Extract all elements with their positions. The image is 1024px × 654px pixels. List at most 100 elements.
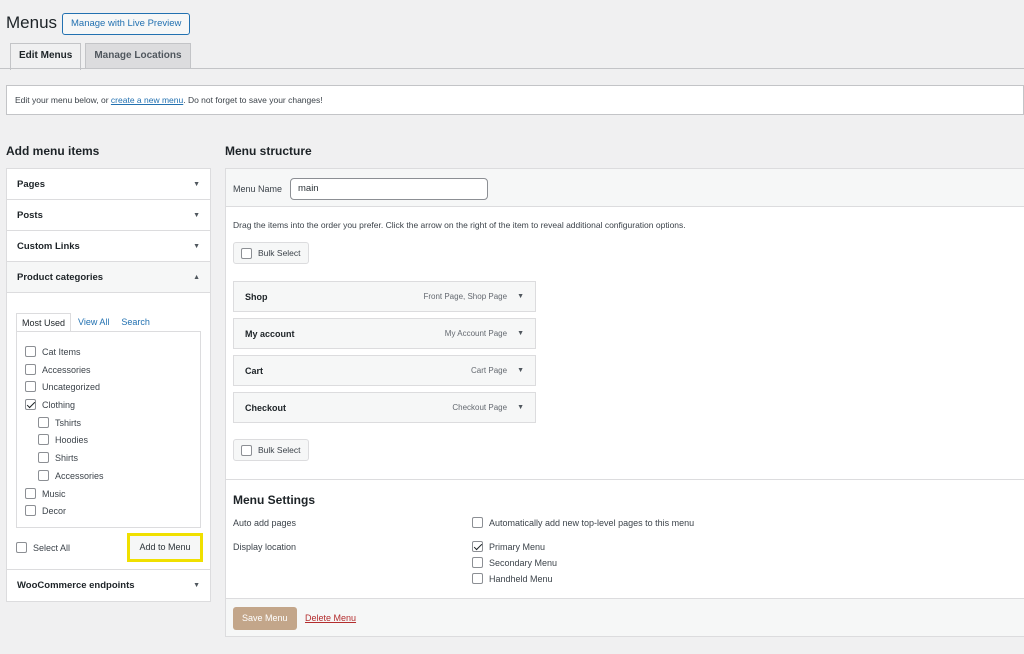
display-location-label: Display location <box>233 542 297 552</box>
add-to-menu-highlight: Add to Menu <box>127 533 203 562</box>
location-secondary-menu[interactable]: Secondary Menu <box>472 557 557 568</box>
menu-editor-panel: Menu Name main Drag the items into the o… <box>225 168 1024 637</box>
checkbox[interactable] <box>25 399 36 410</box>
notice-bar: Edit your menu below, or create a new me… <box>6 85 1024 115</box>
manage-live-preview-button[interactable]: Manage with Live Preview <box>62 13 191 35</box>
list-item[interactable]: Decor <box>25 505 66 516</box>
list-item[interactable]: Hoodies <box>38 434 88 445</box>
menu-item-title: Shop <box>245 291 268 302</box>
menu-item-my-account[interactable]: My account My Account Page ▼ <box>233 318 536 349</box>
tab-manage-locations[interactable]: Manage Locations <box>85 43 191 69</box>
tab-most-used[interactable]: Most Used <box>16 313 72 332</box>
settings-divider <box>226 479 1024 480</box>
chevron-down-icon: ▼ <box>193 180 200 188</box>
auto-add-option[interactable]: Automatically add new top-level pages to… <box>472 517 694 528</box>
chevron-down-icon[interactable]: ▼ <box>517 330 524 337</box>
tabs-divider <box>0 68 1024 69</box>
checkbox[interactable] <box>38 470 49 481</box>
location-checkbox[interactable] <box>472 573 483 584</box>
accordion-posts-label: Posts <box>17 209 43 221</box>
chevron-down-icon[interactable]: ▼ <box>517 367 524 374</box>
add-to-menu-button[interactable]: Add to Menu <box>130 536 200 559</box>
menu-item-shop[interactable]: Shop Front Page, Shop Page ▼ <box>233 281 536 312</box>
menu-item-type: Cart Page <box>471 366 508 375</box>
menu-name-input[interactable]: main <box>290 178 488 200</box>
list-item[interactable]: Shirts <box>38 452 78 463</box>
list-item[interactable]: Accessories <box>25 364 91 375</box>
bulk-select-checkbox[interactable] <box>241 247 252 259</box>
delete-menu-link[interactable]: Delete Menu <box>305 613 356 623</box>
location-label: Primary Menu <box>489 541 546 552</box>
list-item[interactable]: Clothing <box>25 399 75 410</box>
list-item[interactable]: Tshirts <box>38 417 81 428</box>
drag-instructions: Drag the items into the order you prefer… <box>233 220 686 230</box>
checkbox[interactable] <box>25 364 36 375</box>
chevron-down-icon: ▼ <box>193 211 200 219</box>
menu-item-type: Checkout Page <box>452 403 508 412</box>
checkbox[interactable] <box>38 452 49 463</box>
bulk-select-label: Bulk Select <box>258 445 301 455</box>
chevron-down-icon[interactable]: ▼ <box>517 404 524 411</box>
chevron-up-icon: ▲ <box>193 273 200 281</box>
checkbox[interactable] <box>25 346 36 357</box>
category-label: Tshirts <box>55 417 82 428</box>
accordion-pages[interactable]: Pages ▼ <box>7 169 210 200</box>
location-label: Handheld Menu <box>489 573 553 584</box>
location-checkbox[interactable] <box>472 541 483 552</box>
checkbox[interactable] <box>38 434 49 445</box>
accordion-woocommerce-endpoints-label: WooCommerce endpoints <box>17 580 135 591</box>
accordion-pages-label: Pages <box>17 178 45 190</box>
select-all-control[interactable]: Select All <box>16 542 70 553</box>
list-item[interactable]: Cat Items <box>25 346 81 357</box>
location-checkbox[interactable] <box>472 557 483 568</box>
select-all-label: Select All <box>33 542 71 553</box>
category-checklist: Cat Items Accessories Uncategorized Clot… <box>16 331 201 528</box>
category-label: Clothing <box>42 399 76 410</box>
list-item[interactable]: Uncategorized <box>25 381 100 392</box>
menu-item-type: My Account Page <box>444 329 508 338</box>
auto-add-option-label: Automatically add new top-level pages to… <box>489 517 695 528</box>
category-label: Hoodies <box>55 434 89 445</box>
accordion-custom-links[interactable]: Custom Links ▼ <box>7 231 210 262</box>
menu-structure-heading: Menu structure <box>225 144 312 158</box>
checkbox[interactable] <box>25 488 36 499</box>
tab-view-all[interactable]: View All <box>73 313 114 332</box>
bulk-select-bottom[interactable]: Bulk Select <box>233 439 309 461</box>
accordion-woocommerce-endpoints[interactable]: WooCommerce endpoints ▼ <box>7 570 210 601</box>
auto-add-checkbox[interactable] <box>472 517 483 528</box>
location-primary-menu[interactable]: Primary Menu <box>472 541 545 552</box>
chevron-down-icon: ▼ <box>193 242 200 250</box>
list-item[interactable]: Music <box>25 488 66 499</box>
accordion-custom-links-label: Custom Links <box>17 240 80 252</box>
menu-item-cart[interactable]: Cart Cart Page ▼ <box>233 355 536 386</box>
menu-item-type: Front Page, Shop Page <box>423 292 508 301</box>
menu-item-checkout[interactable]: Checkout Checkout Page ▼ <box>233 392 536 423</box>
save-menu-button[interactable]: Save Menu <box>233 607 297 630</box>
tab-edit-menus[interactable]: Edit Menus <box>10 43 82 70</box>
menu-item-title: Checkout <box>245 402 287 413</box>
bulk-select-checkbox[interactable] <box>241 444 252 456</box>
checkbox[interactable] <box>38 417 49 428</box>
location-handheld-menu[interactable]: Handheld Menu <box>472 573 553 584</box>
accordion-posts[interactable]: Posts ▼ <box>7 200 210 231</box>
create-new-menu-link[interactable]: create a new menu <box>111 95 183 105</box>
checkbox[interactable] <box>25 505 36 516</box>
menu-name-label: Menu Name <box>233 184 283 194</box>
select-all-checkbox[interactable] <box>16 542 27 553</box>
accordion-product-categories[interactable]: Product categories ▲ <box>7 262 210 293</box>
bulk-select-label: Bulk Select <box>258 248 301 258</box>
list-item[interactable]: Accessories <box>38 470 104 481</box>
chevron-down-icon[interactable]: ▼ <box>517 293 524 300</box>
category-label: Shirts <box>55 452 79 463</box>
chevron-down-icon: ▼ <box>193 582 200 589</box>
menu-settings-title: Menu Settings <box>233 493 316 507</box>
notice-text-after: . Do not forget to save your changes! <box>183 95 323 105</box>
tab-search[interactable]: Search <box>116 313 155 332</box>
checkbox[interactable] <box>25 381 36 392</box>
category-tabs: Most Used View All Search <box>16 313 155 332</box>
category-label: Cat Items <box>42 346 81 357</box>
notice-text-before: Edit your menu below, or <box>15 95 111 105</box>
category-label: Accessories <box>42 364 91 375</box>
bulk-select-top[interactable]: Bulk Select <box>233 242 309 264</box>
category-label: Accessories <box>55 470 104 481</box>
